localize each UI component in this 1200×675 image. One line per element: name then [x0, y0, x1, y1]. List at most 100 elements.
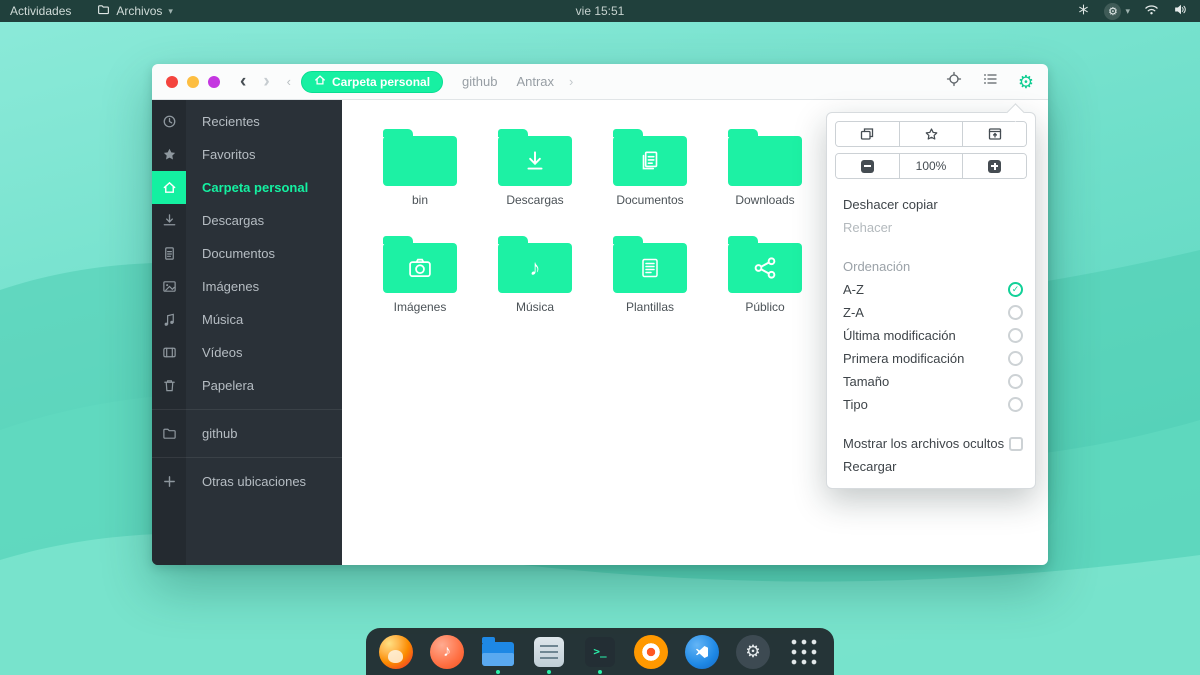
- running-indicator: [496, 670, 500, 674]
- sidebar-item-carpeta-personal[interactable]: Carpeta personal: [152, 171, 342, 204]
- clock[interactable]: vie 15:51: [576, 4, 625, 18]
- sort-option-type[interactable]: Tipo: [827, 393, 1035, 416]
- maximize-button[interactable]: [208, 76, 220, 88]
- chevron-down-icon: ▾: [168, 6, 173, 17]
- new-tab-button[interactable]: [836, 122, 900, 146]
- sidebar-item-label: Imágenes: [202, 279, 259, 294]
- folder-icon: [383, 243, 457, 293]
- sidebar-item-videos[interactable]: Vídeos: [152, 336, 342, 369]
- system-menu-button[interactable]: ⚙ ▾: [1104, 3, 1130, 20]
- text-editor-icon[interactable]: [532, 635, 566, 669]
- folder-icon: [613, 136, 687, 186]
- settings-icon[interactable]: ⚙: [736, 635, 770, 669]
- documents-emblem-icon: [613, 136, 687, 186]
- list-view-icon[interactable]: [982, 71, 998, 92]
- bookmark-star-button[interactable]: [900, 122, 964, 146]
- firefox-icon[interactable]: [379, 635, 413, 669]
- files-app-icon: [97, 3, 110, 19]
- zoom-out-button[interactable]: [836, 154, 900, 178]
- sort-option-label: Z-A: [843, 305, 864, 320]
- sidebar-item-imagenes[interactable]: Imágenes: [152, 270, 342, 303]
- file-item[interactable]: Downloads: [713, 126, 817, 233]
- music-player-icon[interactable]: ♪: [430, 635, 464, 669]
- path-scroll-left-icon[interactable]: ‹: [287, 74, 291, 89]
- trash-icon: [152, 369, 186, 402]
- file-name: Documentos: [616, 193, 683, 207]
- sidebar-item-recientes[interactable]: Recientes: [152, 105, 342, 138]
- sort-section-header: Ordenación: [827, 255, 1035, 278]
- radio-icon: [1008, 374, 1023, 389]
- menu-item-show-hidden[interactable]: Mostrar los archivos ocultos: [827, 432, 1035, 455]
- sort-option-size[interactable]: Tamaño: [827, 370, 1035, 393]
- code-editor-icon[interactable]: [685, 635, 719, 669]
- download-emblem-icon: [498, 136, 572, 186]
- sidebar-item-descargas[interactable]: Descargas: [152, 204, 342, 237]
- file-item[interactable]: Imágenes: [368, 233, 472, 340]
- sidebar-item-label: Recientes: [202, 114, 260, 129]
- header-bar: ‹ › ‹ Carpeta personal github Antrax ›: [152, 64, 1048, 100]
- new-window-button[interactable]: [963, 122, 1026, 146]
- sort-option-za[interactable]: Z-A: [827, 301, 1035, 324]
- path-scroll-right-icon[interactable]: ›: [569, 74, 573, 89]
- sidebar-item-musica[interactable]: Música: [152, 303, 342, 336]
- zoom-in-button[interactable]: [963, 154, 1026, 178]
- popover-button-row: [835, 121, 1027, 147]
- breadcrumb-antrax[interactable]: Antrax: [516, 74, 554, 89]
- app-grid-icon[interactable]: [787, 635, 821, 669]
- breadcrumb-home[interactable]: Carpeta personal: [301, 71, 443, 93]
- app-menu-button[interactable]: Archivos ▾: [97, 3, 173, 19]
- file-grid: bin Descargas Documentos: [368, 126, 828, 340]
- locate-pointer-icon[interactable]: [946, 71, 962, 92]
- indicator-icon[interactable]: [1077, 3, 1090, 19]
- file-item[interactable]: Descargas: [483, 126, 587, 233]
- template-emblem-icon: [613, 243, 687, 293]
- file-item[interactable]: Plantillas: [598, 233, 702, 340]
- session-icon: ⚙: [1104, 3, 1121, 20]
- forward-button[interactable]: ›: [263, 72, 269, 91]
- software-center-icon[interactable]: [634, 635, 668, 669]
- sort-option-last-modified[interactable]: Última modificación: [827, 324, 1035, 347]
- sidebar-item-label: Favoritos: [202, 147, 255, 162]
- file-name: bin: [412, 193, 428, 207]
- sort-option-label: Tamaño: [843, 374, 889, 389]
- breadcrumb-github[interactable]: github: [462, 74, 497, 89]
- terminal-icon[interactable]: >_: [583, 635, 617, 669]
- file-item[interactable]: bin: [368, 126, 472, 233]
- folder-icon: [728, 136, 802, 186]
- close-button[interactable]: [166, 76, 178, 88]
- video-icon: [152, 336, 186, 369]
- file-item[interactable]: ♪ Música: [483, 233, 587, 340]
- sort-option-az[interactable]: A-Z ✓: [827, 278, 1035, 301]
- sidebar-item-favoritos[interactable]: Favoritos: [152, 138, 342, 171]
- minimize-button[interactable]: [187, 76, 199, 88]
- sort-option-label: Primera modificación: [843, 351, 964, 366]
- radio-icon: [1008, 351, 1023, 366]
- menu-item-reload[interactable]: Recargar: [827, 455, 1035, 478]
- sidebar-item-label: Descargas: [202, 213, 264, 228]
- share-emblem-icon: [728, 243, 802, 293]
- file-item[interactable]: Documentos: [598, 126, 702, 233]
- folder-icon: [383, 136, 457, 186]
- sidebar-item-github[interactable]: github: [152, 417, 342, 450]
- chevron-down-icon: ▾: [1125, 6, 1130, 17]
- music-icon: [152, 303, 186, 336]
- sort-option-label: Última modificación: [843, 328, 956, 343]
- gear-icon[interactable]: ⚙: [1018, 73, 1034, 91]
- files-app-icon[interactable]: [481, 635, 515, 669]
- activities-button[interactable]: Actividades: [10, 4, 71, 18]
- dock: ♪ >_ ⚙: [366, 628, 834, 675]
- app-menu-label: Archivos: [116, 4, 162, 18]
- folder-icon: ♪: [498, 243, 572, 293]
- volume-icon[interactable]: [1173, 3, 1188, 19]
- back-button[interactable]: ‹: [240, 72, 246, 91]
- sort-option-first-modified[interactable]: Primera modificación: [827, 347, 1035, 370]
- file-name: Música: [516, 300, 554, 314]
- music-note-emblem-icon: ♪: [498, 243, 572, 293]
- folder-icon: [728, 243, 802, 293]
- sidebar-item-documentos[interactable]: Documentos: [152, 237, 342, 270]
- menu-item-undo[interactable]: Deshacer copiar: [827, 193, 1035, 216]
- file-item[interactable]: Público: [713, 233, 817, 340]
- sidebar-item-papelera[interactable]: Papelera: [152, 369, 342, 402]
- wifi-icon[interactable]: [1144, 3, 1159, 19]
- sidebar-item-otras-ubicaciones[interactable]: Otras ubicaciones: [152, 465, 342, 498]
